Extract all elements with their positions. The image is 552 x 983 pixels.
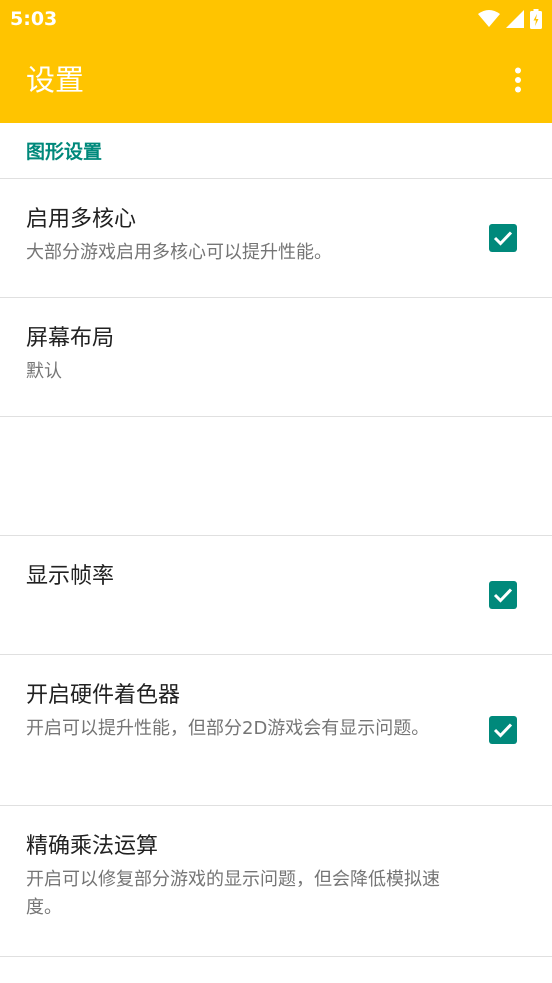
check-icon [493, 588, 513, 603]
pref-show-fps[interactable]: 显示帧率 [0, 536, 552, 655]
more-vert-icon [515, 67, 521, 93]
app-bar: 5:03 设置 [0, 0, 552, 123]
signal-icon [506, 10, 524, 28]
pref-summary: 默认 [26, 361, 62, 382]
status-bar: 5:03 [0, 0, 552, 38]
pref-title: 显示帧率 [26, 564, 115, 589]
pref-title: 屏幕布局 [26, 326, 115, 351]
empty-preference-row [0, 417, 552, 536]
hardware-shader-checkbox[interactable] [489, 716, 517, 744]
status-time: 5:03 [10, 8, 58, 30]
toolbar-title: 设置 [26, 63, 85, 97]
battery-charging-icon [530, 9, 542, 29]
pref-title: 启用多核心 [26, 207, 137, 232]
pref-hardware-shader[interactable]: 开启硬件着色器 开启可以提升性能，但部分2D游戏会有显示问题。 [0, 655, 552, 806]
more-options-button[interactable] [500, 60, 536, 100]
multicore-checkbox[interactable] [489, 224, 517, 252]
category-graphics: 图形设置 [0, 123, 552, 179]
status-icons [478, 8, 542, 30]
category-title: 图形设置 [26, 141, 103, 163]
pref-summary: 开启可以修复部分游戏的显示问题，但会降低模拟速度。 [26, 869, 440, 918]
pref-multicore[interactable]: 启用多核心 大部分游戏启用多核心可以提升性能。 [0, 179, 552, 298]
check-icon [493, 723, 513, 738]
pref-summary: 大部分游戏启用多核心可以提升性能。 [26, 242, 332, 263]
wifi-icon [478, 10, 500, 27]
pref-accurate-multiply[interactable]: 精确乘法运算 开启可以修复部分游戏的显示问题，但会降低模拟速度。 [0, 806, 552, 957]
show-fps-checkbox[interactable] [489, 581, 517, 609]
preference-list: 图形设置 启用多核心 大部分游戏启用多核心可以提升性能。 屏幕布局 默认 显示帧… [0, 123, 552, 957]
check-icon [493, 231, 513, 246]
pref-summary: 开启可以提升性能，但部分2D游戏会有显示问题。 [26, 718, 430, 739]
pref-title: 开启硬件着色器 [26, 683, 181, 708]
pref-title: 精确乘法运算 [26, 834, 159, 859]
settings-screen: 5:03 设置 图形设置 启用多核心 大部分游戏启用多核心可以提升性能。 屏幕布… [0, 0, 552, 983]
toolbar: 设置 [0, 38, 552, 123]
pref-screen-layout[interactable]: 屏幕布局 默认 [0, 298, 552, 417]
